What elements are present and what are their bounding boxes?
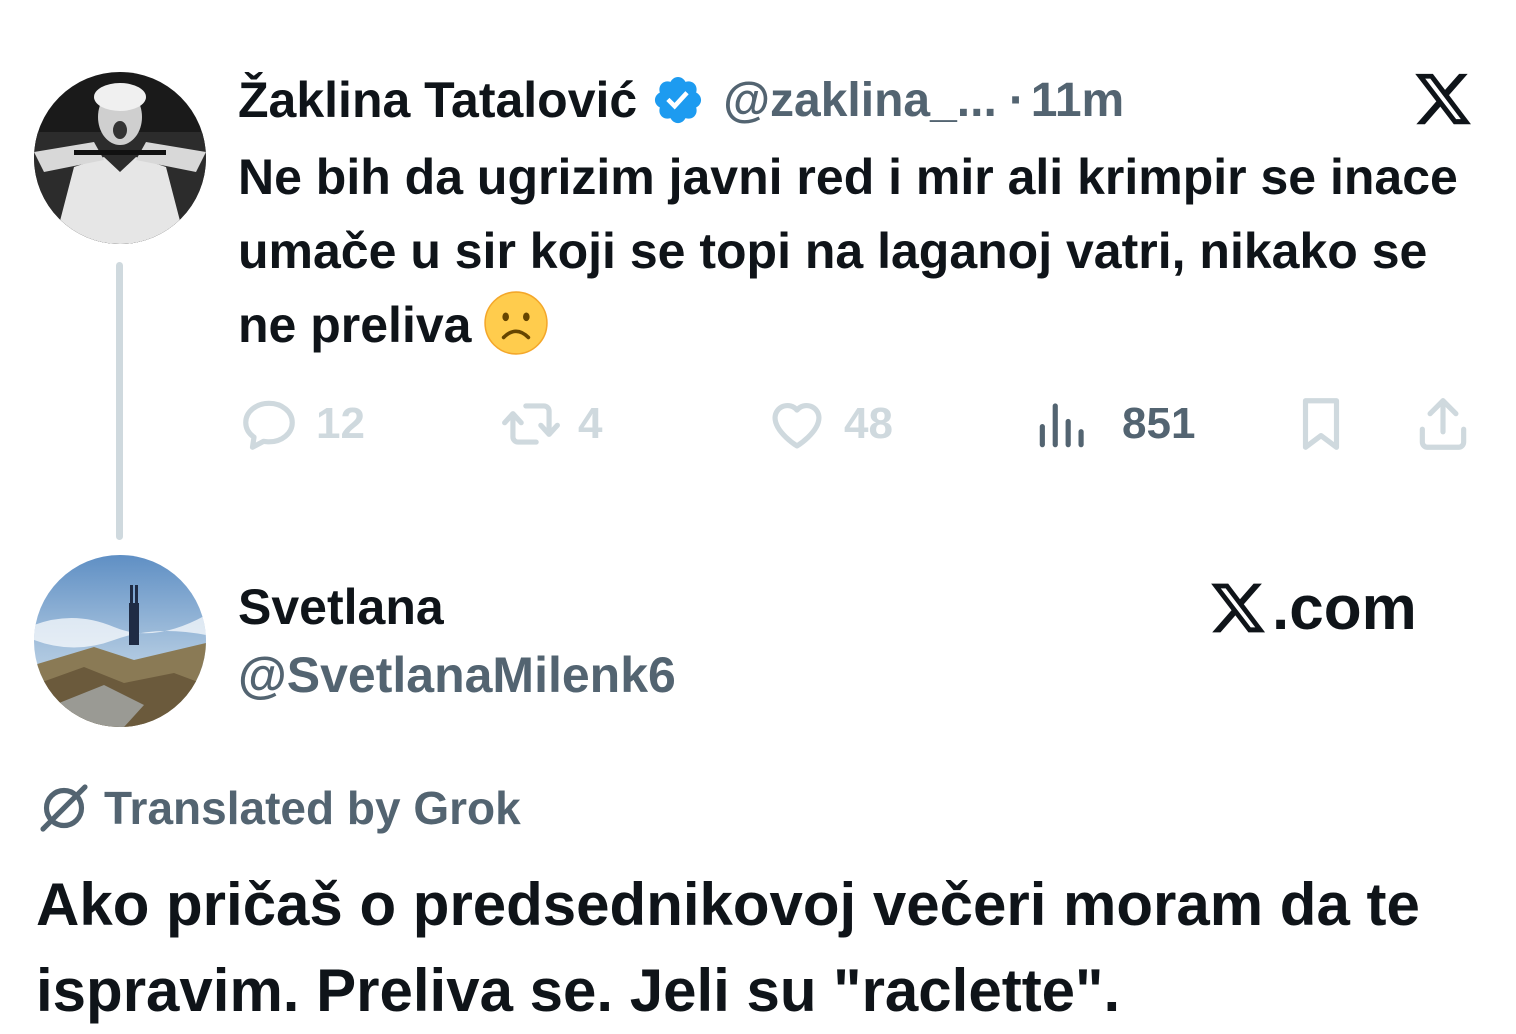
retweet-button[interactable]: 4 [500, 388, 602, 460]
heart-icon [766, 393, 828, 455]
reply-text: Ako pričaš o predsednikovoj večeri moram… [36, 871, 1420, 1024]
avatar[interactable] [34, 72, 206, 244]
translated-by-label: Translated by Grok [104, 782, 521, 834]
reply-author-handle[interactable]: @SvetlanaMilenk6 [238, 646, 676, 704]
thread-connector-line [116, 262, 123, 540]
brand-domain-text: .com [1272, 573, 1417, 643]
retweet-icon [500, 393, 562, 455]
avatar-photo [34, 72, 206, 244]
verified-badge-icon [651, 73, 705, 127]
avatar[interactable] [34, 555, 206, 727]
tweet-text: Ne bih da ugrizim javni red i mir ali kr… [238, 140, 1488, 362]
bookmark-button[interactable] [1290, 388, 1352, 460]
reply-icon [238, 393, 300, 455]
frowning-face-emoji-icon [483, 290, 549, 356]
reply-button[interactable]: 12 [238, 388, 365, 460]
reply-count: 12 [316, 399, 365, 448]
like-button[interactable]: 48 [766, 388, 893, 460]
retweet-count: 4 [578, 399, 603, 448]
views-button[interactable]: 851 [1032, 388, 1195, 460]
bookmark-icon [1290, 393, 1352, 455]
translation-indicator[interactable]: Translated by Grok [36, 778, 521, 838]
author-handle[interactable]: @zaklina_... [723, 73, 997, 128]
x-logo-icon [1206, 578, 1270, 638]
share-icon [1412, 393, 1474, 455]
x-com-watermark: .com [1206, 572, 1417, 644]
tweet-header: Žaklina Tatalović @zaklina_... · 11m [238, 66, 1124, 134]
separator-dot: · [1008, 73, 1025, 127]
view-count: 851 [1122, 399, 1196, 448]
author-display-name[interactable]: Žaklina Tatalović [238, 71, 637, 129]
tweet-body: Ne bih da ugrizim javni red i mir ali kr… [238, 149, 1458, 353]
like-count: 48 [844, 399, 893, 448]
tweet-actions: 12 4 48 851 [238, 388, 1478, 460]
views-chart-icon [1032, 393, 1094, 455]
share-button[interactable] [1412, 388, 1474, 460]
grok-icon [36, 780, 92, 836]
x-logo-icon [1410, 68, 1476, 130]
reply-author-display-name[interactable]: Svetlana [238, 578, 444, 636]
tweet-timestamp[interactable]: 11m [1031, 73, 1124, 128]
avatar-photo [34, 555, 206, 727]
